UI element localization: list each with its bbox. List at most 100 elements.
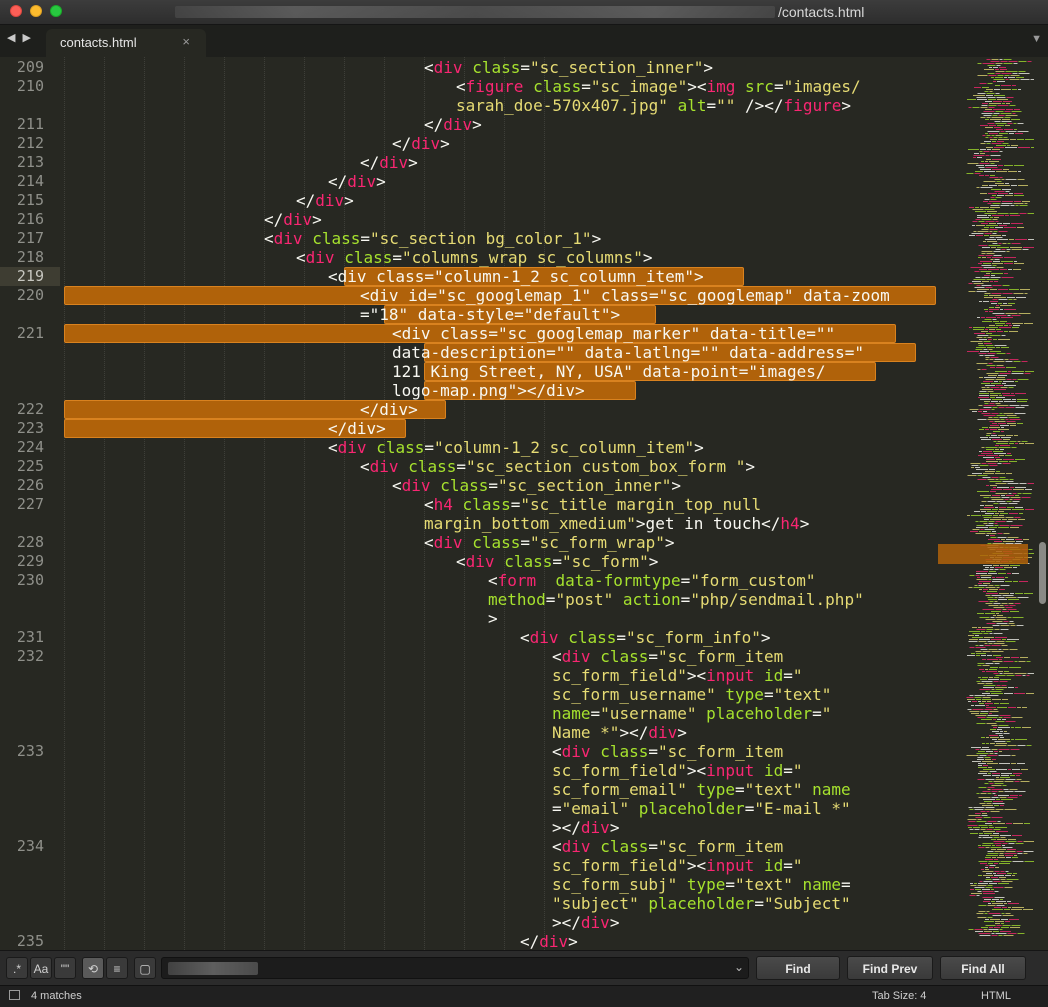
highlight-icon[interactable]: ▢ <box>134 957 156 979</box>
tab-menu-icon[interactable]: ▼ <box>1031 33 1042 45</box>
minimap-line <box>988 193 997 194</box>
minimap-line <box>998 599 1007 600</box>
minimap-line <box>1001 685 1007 686</box>
minimap-line <box>986 273 990 274</box>
minimap-line <box>1004 111 1011 112</box>
minimap-line <box>1018 61 1027 62</box>
scrollbar[interactable] <box>1039 542 1046 604</box>
minimap-line <box>1010 527 1019 528</box>
minimap-line <box>979 645 984 646</box>
minimap-line <box>1024 861 1034 862</box>
minimap-line <box>968 701 971 702</box>
whole-word-toggle[interactable]: "" <box>54 957 76 979</box>
find-button[interactable]: Find <box>756 956 840 980</box>
syntax-selector[interactable]: HTML <box>981 990 1011 1002</box>
minimap-line <box>1004 129 1013 130</box>
minimap-line <box>1004 309 1016 310</box>
minimap-line <box>977 215 987 216</box>
minimap-line <box>982 701 986 702</box>
minimap-line <box>993 339 997 340</box>
minimap-line <box>996 657 1003 658</box>
minimap-line <box>984 529 995 530</box>
minimap[interactable] <box>938 57 1034 950</box>
panel-toggle-icon[interactable] <box>9 990 20 1000</box>
code-token: < <box>296 248 306 267</box>
minimap-line <box>999 715 1011 716</box>
code-token: > <box>344 191 354 210</box>
minimap-line <box>999 525 1010 526</box>
in-selection-icon[interactable]: ≡ <box>106 957 128 979</box>
minimap-line <box>978 583 982 584</box>
minimap-line <box>976 653 986 654</box>
minimap-line <box>983 893 995 894</box>
minimap-line <box>983 901 990 902</box>
minimap-line <box>989 307 994 308</box>
code-token: "sc_title margin_top_null <box>520 495 762 514</box>
minimap-line <box>1006 415 1017 416</box>
minimap-line <box>992 579 1005 580</box>
minimap-line <box>1000 731 1003 732</box>
minimap-line <box>1007 453 1011 454</box>
minimap-line <box>996 743 1007 744</box>
minimap-line <box>997 195 1004 196</box>
minimap-line <box>985 691 989 692</box>
code-token: img <box>706 77 736 96</box>
tab-contacts-html[interactable]: contacts.html × <box>46 29 206 57</box>
minimap-line <box>1006 435 1013 436</box>
minimap-line <box>1012 493 1017 494</box>
code-token: class <box>600 647 649 666</box>
minimap-line <box>996 577 1004 578</box>
code-line: sc_form_field"><input id=" <box>552 856 802 875</box>
minimap-line <box>969 235 975 236</box>
minimap-line <box>1014 193 1023 194</box>
minimap-line <box>1001 85 1011 86</box>
tab-nav-arrows-icon[interactable]: ◀ ▶ <box>7 31 33 44</box>
minimap-line <box>1024 323 1033 324</box>
close-window-button[interactable] <box>10 5 22 17</box>
case-sensitive-toggle[interactable]: Aa <box>30 957 52 979</box>
wrap-icon[interactable]: ⟲ <box>82 957 104 979</box>
find-input[interactable]: ⌄ <box>161 957 749 979</box>
history-chevron-down-icon[interactable]: ⌄ <box>734 960 744 974</box>
minimap-line <box>1014 129 1017 130</box>
code-line: sc_form_subj" type="text" name= <box>552 875 851 894</box>
minimap-line <box>976 165 984 166</box>
tab-close-icon[interactable]: × <box>182 34 190 49</box>
minimap-line <box>976 291 987 292</box>
minimap-line <box>989 527 997 528</box>
minimap-line <box>991 749 998 750</box>
minimap-line <box>990 737 999 738</box>
minimap-line <box>1008 493 1012 494</box>
minimap-line <box>980 679 987 680</box>
minimap-line <box>988 679 999 680</box>
minimap-line <box>989 125 996 126</box>
code-token: "column-1_2 sc_column_item" <box>434 438 695 457</box>
tab-size-selector[interactable]: Tab Size: 4 <box>872 990 926 1002</box>
minimap-line <box>975 207 979 208</box>
minimap-line <box>996 65 1001 66</box>
minimap-line <box>973 327 985 328</box>
minimap-line <box>985 669 988 670</box>
minimap-line <box>980 261 992 262</box>
zoom-window-button[interactable] <box>50 5 62 17</box>
line-number: 217 <box>16 229 44 247</box>
minimap-line <box>999 797 1007 798</box>
minimize-window-button[interactable] <box>30 5 42 17</box>
minimap-line <box>972 209 984 210</box>
editor[interactable]: 209 210 211 212 213 214 215 216 217 218 219 220 221 2… <box>0 57 1048 950</box>
minimap-line <box>976 469 988 470</box>
minimap-line <box>985 759 991 760</box>
find-prev-button[interactable]: Find Prev <box>847 956 933 980</box>
minimap-line <box>1011 185 1017 186</box>
minimap-line <box>987 211 997 212</box>
regex-toggle[interactable]: .* <box>6 957 28 979</box>
code-token: > <box>745 457 755 476</box>
minimap-line <box>976 525 985 526</box>
minimap-line <box>987 337 992 338</box>
minimap-line <box>981 277 990 278</box>
find-all-button[interactable]: Find All <box>940 956 1026 980</box>
minimap-line <box>989 883 997 884</box>
code-token: = <box>581 77 591 96</box>
minimap-line <box>967 819 977 820</box>
minimap-line <box>1012 617 1024 618</box>
